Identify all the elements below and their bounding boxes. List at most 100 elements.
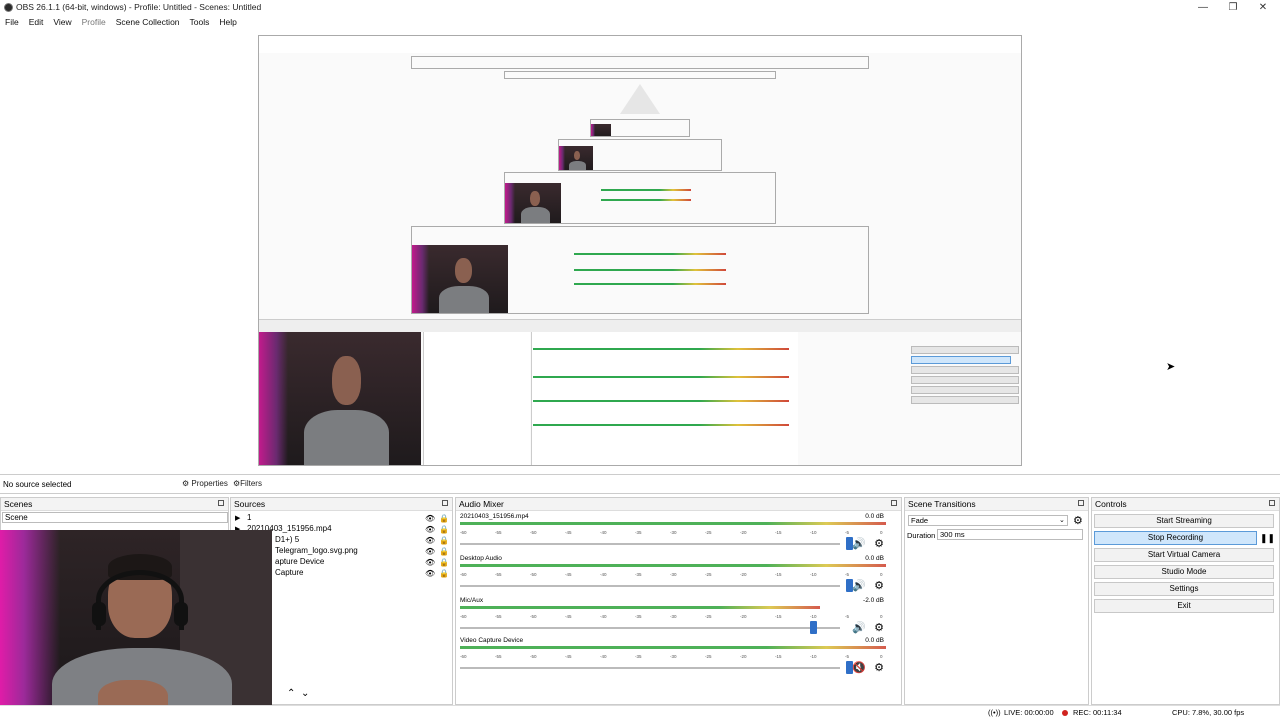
gear-icon[interactable]: ⚙ (874, 621, 884, 634)
nested-preview-5 (590, 119, 690, 137)
tick-label: 0 (880, 530, 883, 535)
lock-icon[interactable]: 🔒 (439, 568, 449, 579)
tick-label: -50 (530, 530, 537, 535)
rec-icon (1062, 706, 1068, 720)
menu-edit[interactable]: Edit (24, 15, 49, 29)
dock-float-icon[interactable] (218, 500, 224, 506)
properties-button[interactable]: ⚙ Properties (182, 478, 228, 490)
transition-select[interactable]: Fade (908, 515, 1068, 526)
tick-label: -25 (705, 614, 712, 619)
studio-mode-button[interactable]: Studio Mode (1094, 565, 1274, 579)
maximize-button[interactable]: ❐ (1218, 0, 1248, 15)
preview-canvas[interactable] (0, 29, 1280, 472)
source-row[interactable]: ▶ 1 👁 🔒 (231, 512, 453, 523)
tick-label: -20 (740, 530, 747, 535)
menu-file[interactable]: File (0, 15, 24, 29)
pause-icon[interactable]: ❚❚ (1260, 531, 1275, 545)
gear-icon[interactable]: ⚙ (874, 579, 884, 592)
tick-label: -40 (600, 614, 607, 619)
speaker-icon[interactable]: 🔊 (852, 621, 866, 634)
tick-label: 0 (880, 572, 883, 577)
tick-label: -30 (670, 614, 677, 619)
volume-slider-track[interactable] (460, 627, 840, 629)
menu-view[interactable]: View (48, 15, 76, 29)
volume-slider-track[interactable] (460, 585, 840, 587)
source-label: 1 (247, 513, 252, 522)
duration-input[interactable]: 300 ms (937, 529, 1083, 540)
tick-label: -60 (460, 530, 467, 535)
speaker-icon[interactable]: 🔊 (852, 537, 866, 550)
filters-label: Filters (240, 479, 262, 488)
menu-tools[interactable]: Tools (185, 15, 215, 29)
tick-label: -50 (530, 614, 537, 619)
live-time: LIVE: 00:00:00 (1004, 708, 1054, 717)
tick-label: -20 (740, 654, 747, 659)
settings-button[interactable]: Settings (1094, 582, 1274, 596)
dock-float-icon[interactable] (1269, 500, 1275, 506)
properties-label: Properties (191, 479, 228, 488)
tick-label: -50 (530, 654, 537, 659)
gear-icon[interactable]: ⚙ (874, 537, 884, 550)
move-up-icon[interactable]: ⌃ (287, 688, 295, 699)
tick-label: -45 (565, 614, 572, 619)
menu-help[interactable]: Help (214, 15, 241, 29)
tick-label: -45 (565, 530, 572, 535)
webcam-overlay (0, 530, 272, 720)
tick-label: -40 (600, 654, 607, 659)
dock-float-icon[interactable] (1078, 500, 1084, 506)
minimize-button[interactable]: — (1188, 0, 1218, 15)
dock-float-icon[interactable] (442, 500, 448, 506)
volume-slider-track[interactable] (460, 667, 840, 669)
volume-slider-track[interactable] (460, 543, 840, 545)
mute-icon[interactable]: 🔇 (852, 661, 866, 674)
channel-name: Video Capture Device (460, 637, 524, 644)
speaker-icon[interactable]: 🔊 (852, 579, 866, 592)
channel-db: -2.0 dB (863, 597, 884, 604)
start-virtual-camera-button[interactable]: Start Virtual Camera (1094, 548, 1274, 562)
scene-item[interactable]: Scene (2, 512, 228, 523)
start-streaming-button[interactable]: Start Streaming (1094, 514, 1274, 528)
source-label: Telegram_logo.svg.png (275, 546, 358, 555)
stop-recording-button[interactable]: Stop Recording (1094, 531, 1257, 545)
tick-label: -20 (740, 572, 747, 577)
gear-icon: ⚙ (182, 479, 190, 488)
mixer-channel: Video Capture Device 0.0 dB -60 -55 -50 -45 -4… (460, 637, 896, 677)
source-toolbar: No source selected ⚙ Properties ⚙Filters (0, 474, 1280, 494)
volume-slider-handle[interactable] (809, 621, 817, 634)
duration-label: Duration (907, 531, 936, 540)
tick-label: -35 (635, 614, 642, 619)
sources-title: Sources (231, 498, 452, 511)
visibility-icon[interactable]: 👁 (425, 568, 435, 579)
close-button[interactable]: ✕ (1248, 0, 1278, 15)
tick-label: -60 (460, 572, 467, 577)
nested-preview-4 (558, 139, 722, 171)
tick-label: -45 (565, 654, 572, 659)
dock-float-icon[interactable] (891, 500, 897, 506)
channel-name: Mic/Aux (460, 597, 484, 604)
chevron-down-icon: ⌄ (1059, 517, 1065, 524)
gear-icon[interactable]: ⚙ (1073, 514, 1083, 527)
title-bar: OBS 26.1.1 (64-bit, windows) - Profile: … (0, 0, 1280, 15)
mixer-channel: Desktop Audio 0.0 dB -60 -55 -50 -45 -40 -35 -30… (460, 555, 896, 595)
tick-label: -15 (775, 572, 782, 577)
mixer-channel: Mic/Aux -2.0 dB -60 -55 -50 -45 -40 -35 -30 -25 -2… (460, 597, 896, 637)
tick-label: -25 (705, 530, 712, 535)
status-bar: ((•)) LIVE: 00:00:00 REC: 00:11:34 CPU: … (0, 705, 1280, 720)
tick-label: -5 (845, 614, 850, 619)
tick-label: -10 (810, 614, 817, 619)
mouse-cursor-icon: ➤ (1166, 361, 1176, 373)
tick-label: -5 (845, 572, 850, 577)
tick-label: -15 (775, 530, 782, 535)
transitions-title: Scene Transitions (905, 498, 1088, 511)
move-down-icon[interactable]: ⌄ (301, 688, 309, 699)
exit-button[interactable]: Exit (1094, 599, 1274, 613)
level-meter (460, 522, 886, 525)
filters-button[interactable]: ⚙Filters (233, 478, 262, 490)
controls-dock: Controls Start Streaming Stop Recording … (1091, 497, 1280, 705)
menu-profile[interactable]: Profile (77, 15, 111, 29)
tick-label: -30 (670, 572, 677, 577)
channel-db: 0.0 dB (865, 555, 884, 562)
gear-icon[interactable]: ⚙ (874, 661, 884, 674)
menu-scene-collection[interactable]: Scene Collection (111, 15, 185, 29)
channel-db: 0.0 dB (865, 513, 884, 520)
